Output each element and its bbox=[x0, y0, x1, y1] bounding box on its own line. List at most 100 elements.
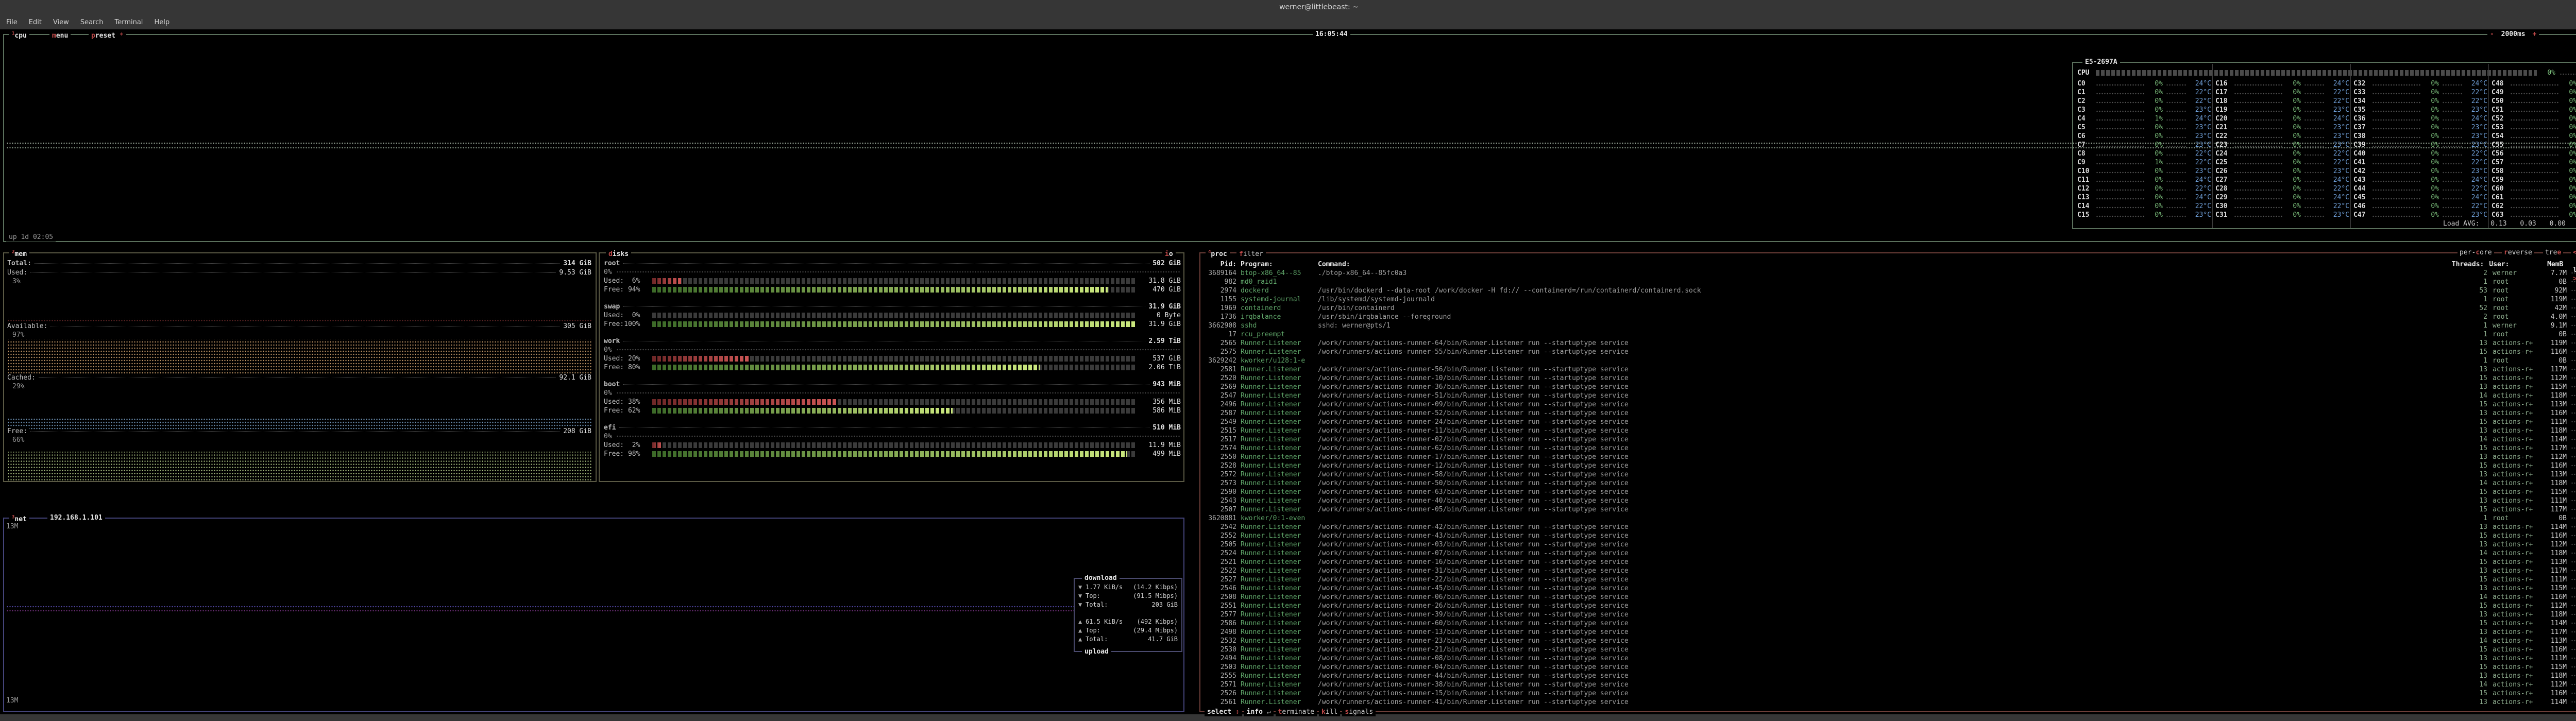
process-mem: 117M bbox=[2540, 444, 2567, 453]
process-row[interactable]: 2552 Runner.Listener /work/runners/actio… bbox=[1204, 531, 2576, 540]
core-temp-graph bbox=[2304, 93, 2325, 95]
process-row[interactable]: 2526 Runner.Listener /work/runners/actio… bbox=[1204, 689, 2576, 698]
process-row[interactable]: 2521 Runner.Listener /work/runners/actio… bbox=[1204, 558, 2576, 566]
process-cpu-minigraph bbox=[2571, 298, 2576, 301]
header-pid[interactable]: Pid: bbox=[1204, 260, 1236, 269]
process-row[interactable]: 2549 Runner.Listener /work/runners/actio… bbox=[1204, 418, 2576, 426]
core-percent: 0% bbox=[2562, 123, 2576, 132]
process-row[interactable]: 17 rcu_preempt 1 root 0B 0.0 bbox=[1204, 330, 2576, 339]
footer-terminate[interactable]: terminate bbox=[1276, 708, 1317, 716]
sort-prev-icon[interactable]: < bbox=[2573, 249, 2576, 256]
process-row[interactable]: 3662908 sshd sshd: werner@pts/1 1 werner… bbox=[1204, 321, 2576, 330]
core-name: C30 bbox=[2215, 202, 2234, 211]
tab-cpu[interactable]: 1cpu bbox=[9, 30, 29, 40]
process-row[interactable]: 2494 Runner.Listener /work/runners/actio… bbox=[1204, 654, 2576, 663]
process-row[interactable]: 2505 Runner.Listener /work/runners/actio… bbox=[1204, 540, 2576, 549]
menu-view[interactable]: View bbox=[53, 19, 69, 26]
header-user[interactable]: User: bbox=[2489, 260, 2536, 269]
process-row[interactable]: 2542 Runner.Listener /work/runners/actio… bbox=[1204, 523, 2576, 531]
process-row[interactable]: 2547 Runner.Listener /work/runners/actio… bbox=[1204, 391, 2576, 400]
network-interface-ip[interactable]: 192.168.1.101 bbox=[47, 513, 105, 522]
process-row[interactable]: 3689164 btop-x86_64--85 ./btop-x86_64--8… bbox=[1204, 269, 2576, 278]
footer-kill[interactable]: kill bbox=[1319, 708, 1340, 716]
process-program: Runner.Listener bbox=[1241, 689, 1313, 698]
process-row[interactable]: 2515 Runner.Listener /work/runners/actio… bbox=[1204, 426, 2576, 435]
core-percent: 0% bbox=[2424, 193, 2439, 202]
process-row[interactable]: 2517 Runner.Listener /work/runners/actio… bbox=[1204, 435, 2576, 444]
process-row[interactable]: 2573 Runner.Listener /work/runners/actio… bbox=[1204, 479, 2576, 488]
process-row[interactable]: 2496 Runner.Listener /work/runners/actio… bbox=[1204, 400, 2576, 409]
process-row[interactable]: 2527 Runner.Listener /work/runners/actio… bbox=[1204, 575, 2576, 584]
process-row[interactable]: 2586 Runner.Listener /work/runners/actio… bbox=[1204, 619, 2576, 628]
process-row[interactable]: 2532 Runner.Listener /work/runners/actio… bbox=[1204, 637, 2576, 645]
core-name: C39 bbox=[2353, 141, 2372, 149]
process-row[interactable]: 2508 Runner.Listener /work/runners/actio… bbox=[1204, 593, 2576, 602]
core-percent: 0% bbox=[2285, 149, 2301, 158]
process-user: root bbox=[2493, 313, 2540, 321]
process-row[interactable]: 2574 Runner.Listener /work/runners/actio… bbox=[1204, 444, 2576, 453]
disks-io-toggle[interactable]: io bbox=[1162, 248, 1176, 259]
footer-select[interactable]: select ↕ bbox=[1205, 708, 1242, 716]
refresh-increase-button[interactable]: + bbox=[2532, 30, 2536, 38]
process-panel-title[interactable]: 4proc bbox=[1206, 248, 1230, 259]
proc-filter-button[interactable]: filter bbox=[1236, 248, 1266, 259]
header-threads[interactable]: Threads: bbox=[2448, 260, 2484, 269]
process-row[interactable]: 2555 Runner.Listener /work/runners/actio… bbox=[1204, 672, 2576, 680]
process-row[interactable]: 2543 Runner.Listener /work/runners/actio… bbox=[1204, 496, 2576, 505]
memory-panel-title[interactable]: 2mem bbox=[9, 248, 29, 259]
process-row[interactable]: 2551 Runner.Listener /work/runners/actio… bbox=[1204, 602, 2576, 610]
process-row[interactable]: 2498 Runner.Listener /work/runners/actio… bbox=[1204, 628, 2576, 637]
process-row[interactable]: 1969 containerd /usr/bin/containerd 52 r… bbox=[1204, 304, 2576, 313]
process-row[interactable]: 2565 Runner.Listener /work/runners/actio… bbox=[1204, 339, 2576, 348]
process-row[interactable]: 3620881 kworker/0:1-even 1 root 0B 0.0 bbox=[1204, 514, 2576, 523]
process-row[interactable]: 2503 Runner.Listener /work/runners/actio… bbox=[1204, 663, 2576, 672]
tab-preset[interactable]: preset * bbox=[89, 30, 126, 40]
tab-menu[interactable]: menu bbox=[49, 30, 71, 40]
process-row[interactable]: 2581 Runner.Listener /work/runners/actio… bbox=[1204, 365, 2576, 374]
proc-percore-toggle[interactable]: per-core bbox=[2458, 248, 2494, 257]
process-row[interactable]: 2520 Runner.Listener /work/runners/actio… bbox=[1204, 374, 2576, 383]
process-row[interactable]: 2974 dockerd /usr/bin/dockerd --data-roo… bbox=[1204, 286, 2576, 295]
process-row[interactable]: 2590 Runner.Listener /work/runners/actio… bbox=[1204, 488, 2576, 496]
process-row[interactable]: 2530 Runner.Listener /work/runners/actio… bbox=[1204, 645, 2576, 654]
header-memb[interactable]: MemB bbox=[2536, 260, 2563, 269]
refresh-decrease-button[interactable]: - bbox=[2490, 30, 2494, 38]
process-mem: 114M bbox=[2540, 698, 2567, 707]
process-row[interactable]: 2577 Runner.Listener /work/runners/actio… bbox=[1204, 610, 2576, 619]
process-row[interactable]: 2561 Runner.Listener /work/runners/actio… bbox=[1204, 698, 2576, 707]
process-row[interactable]: 2587 Runner.Listener /work/runners/actio… bbox=[1204, 409, 2576, 418]
process-row[interactable]: 1736 irqbalance /usr/sbin/irqbalance --f… bbox=[1204, 313, 2576, 321]
process-row[interactable]: 2522 Runner.Listener /work/runners/actio… bbox=[1204, 566, 2576, 575]
menu-terminal[interactable]: Terminal bbox=[114, 19, 143, 26]
process-row[interactable]: 2550 Runner.Listener /work/runners/actio… bbox=[1204, 453, 2576, 461]
process-row[interactable]: 2524 Runner.Listener /work/runners/actio… bbox=[1204, 549, 2576, 558]
process-row[interactable]: 982 md0_raid1 1 root 0B 0.0 bbox=[1204, 278, 2576, 286]
process-row[interactable]: 1155 systemd-journal /lib/systemd/system… bbox=[1204, 295, 2576, 304]
core-temp-graph bbox=[2304, 215, 2325, 218]
header-program[interactable]: Program: bbox=[1241, 260, 1313, 269]
proc-tree-toggle[interactable]: tree bbox=[2543, 248, 2563, 257]
menu-edit[interactable]: Edit bbox=[29, 19, 42, 26]
footer-info[interactable]: info ↵ bbox=[1244, 708, 1274, 716]
menu-file[interactable]: File bbox=[6, 19, 18, 26]
header-command[interactable]: Command: bbox=[1318, 260, 2448, 269]
process-row[interactable]: 2571 Runner.Listener /work/runners/actio… bbox=[1204, 680, 2576, 689]
proc-reverse-toggle[interactable]: reverse bbox=[2502, 248, 2534, 257]
disk-used-value: 537 GiB bbox=[1140, 354, 1181, 363]
process-row[interactable]: 3629242 kworker/u128:1-e 1 root 0B 0.0 bbox=[1204, 356, 2576, 365]
disks-panel-title[interactable]: disks bbox=[606, 248, 631, 259]
mem-total-row: Total: 314 GiB bbox=[7, 259, 591, 268]
process-row[interactable]: 2528 Runner.Listener /work/runners/actio… bbox=[1204, 461, 2576, 470]
process-user: actions-r+ bbox=[2493, 540, 2540, 549]
process-row[interactable]: 2507 Runner.Listener /work/runners/actio… bbox=[1204, 505, 2576, 514]
process-cpu-minigraph bbox=[2571, 535, 2576, 537]
menu-help[interactable]: Help bbox=[154, 19, 170, 26]
footer-signals[interactable]: signals bbox=[1342, 708, 1376, 716]
process-row[interactable]: 2572 Runner.Listener /work/runners/actio… bbox=[1204, 470, 2576, 479]
process-cpu-minigraph bbox=[2571, 368, 2576, 371]
process-row[interactable]: 2546 Runner.Listener /work/runners/actio… bbox=[1204, 584, 2576, 593]
process-cpu-minigraph bbox=[2571, 482, 2576, 485]
menu-search[interactable]: Search bbox=[80, 19, 104, 26]
process-row[interactable]: 2575 Runner.Listener /work/runners/actio… bbox=[1204, 348, 2576, 356]
process-row[interactable]: 2569 Runner.Listener /work/runners/actio… bbox=[1204, 383, 2576, 391]
